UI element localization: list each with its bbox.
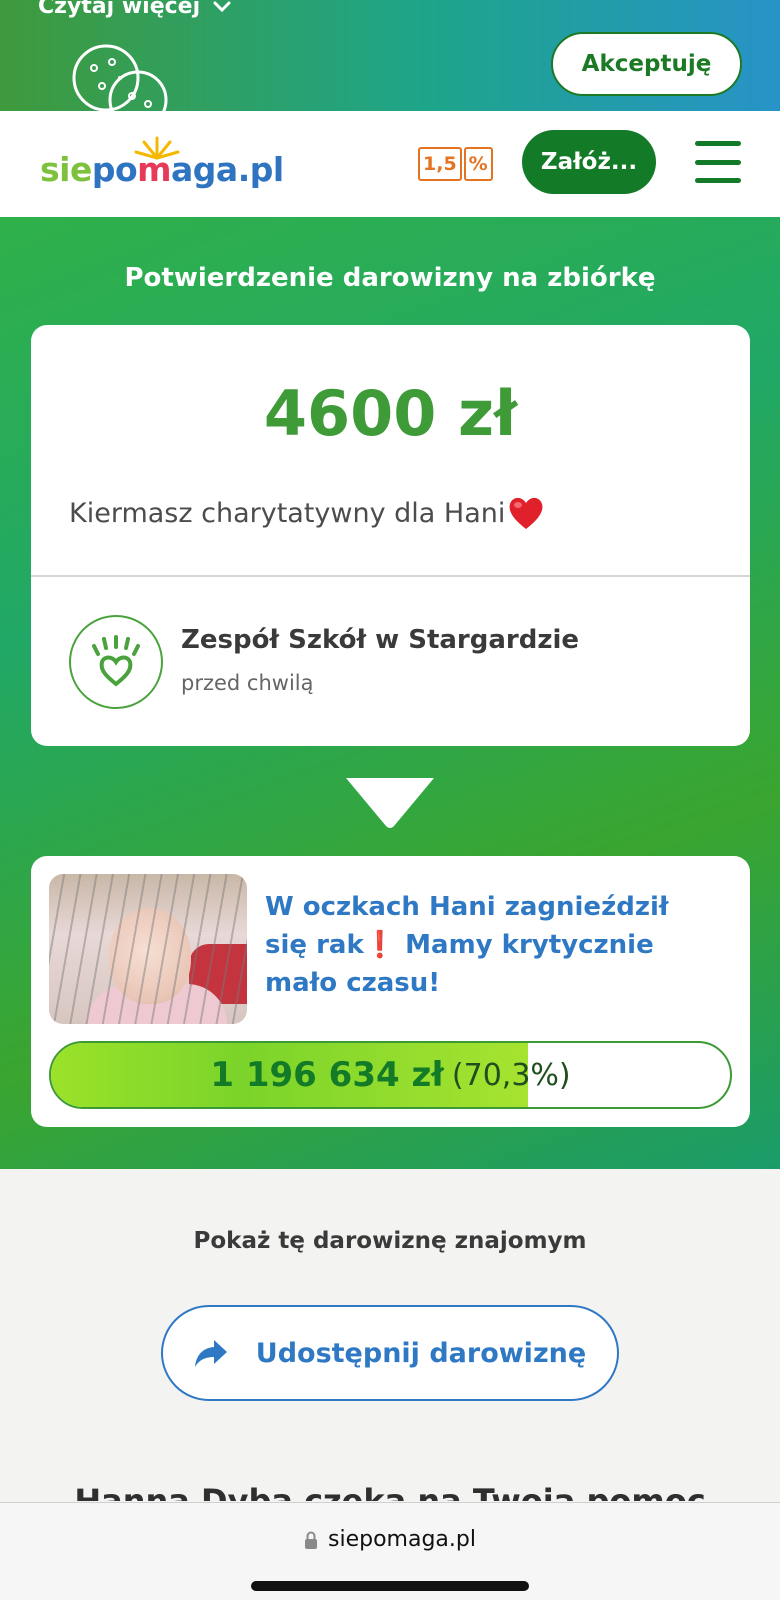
hands-heart-icon (92, 635, 140, 687)
accept-cookies-button[interactable]: Akceptuję (551, 32, 742, 96)
red-heart-icon (509, 497, 543, 529)
siepomaga-logo[interactable]: siepomaga.pl (40, 136, 284, 194)
chevron-down-icon (213, 1, 231, 12)
read-more-link[interactable]: Czytaj więcej (38, 0, 232, 19)
share-donation-button[interactable]: Udostępnij darowiznę (161, 1305, 619, 1401)
donor-name: Zespół Szkół w Stargardzie (181, 625, 580, 655)
url-text: siepomaga.pl (328, 1527, 476, 1552)
raised-percent: (70,3%) (451, 1057, 571, 1093)
site-header: siepomaga.pl 1,5 % Załóż... (0, 111, 780, 217)
donation-amount: 4600 zł (263, 377, 518, 450)
fundraiser-name: Kiermasz charytatywny dla Hani (69, 495, 545, 531)
url-field[interactable]: siepomaga.pl (0, 1527, 780, 1552)
logo-text: siepomaga.pl (40, 150, 284, 189)
down-arrow-icon (346, 778, 434, 828)
share-arrow-icon (194, 1340, 227, 1367)
donation-card: 4600 zł Kiermasz charytatywny dla Hani Z… (31, 325, 750, 746)
home-indicator[interactable] (251, 1581, 529, 1591)
divider (31, 575, 750, 577)
confirmation-section: Potwierdzenie darowizny na zbiórkę 4600 … (0, 217, 780, 1169)
share-heading: Pokaż tę darowiznę znajomym (193, 1228, 587, 1254)
donor-avatar (69, 615, 163, 709)
one-and-half-percent-badge[interactable]: 1,5 % (418, 147, 493, 181)
read-more-label: Czytaj więcej (38, 0, 201, 19)
donation-time: przed chwilą (181, 671, 314, 695)
progress-bar: 1 196 634 zł (70,3%) (49, 1041, 732, 1109)
page-title: Potwierdzenie darowizny na zbiórkę (124, 263, 656, 293)
fundraiser-card[interactable]: W oczkach Hani zagnieździł się rak❗ Mamy… (31, 856, 750, 1127)
cookie-icon (72, 44, 168, 111)
next-section-heading: Hanna Dyba czeka na Twoją pomoc (74, 1482, 706, 1501)
fundraiser-title-link[interactable]: W oczkach Hani zagnieździł się rak❗ Mamy… (265, 888, 705, 1002)
share-button-label: Udostępnij darowiznę (255, 1337, 587, 1369)
fundraiser-photo[interactable] (49, 874, 247, 1024)
raised-amount: 1 196 634 zł (210, 1055, 444, 1095)
browser-address-bar: siepomaga.pl (0, 1502, 780, 1600)
create-fundraiser-button[interactable]: Załóż... (522, 130, 656, 194)
lock-icon (305, 1531, 318, 1549)
menu-icon[interactable] (695, 141, 741, 183)
cookie-banner: Czytaj więcej Akceptuję (0, 0, 780, 111)
